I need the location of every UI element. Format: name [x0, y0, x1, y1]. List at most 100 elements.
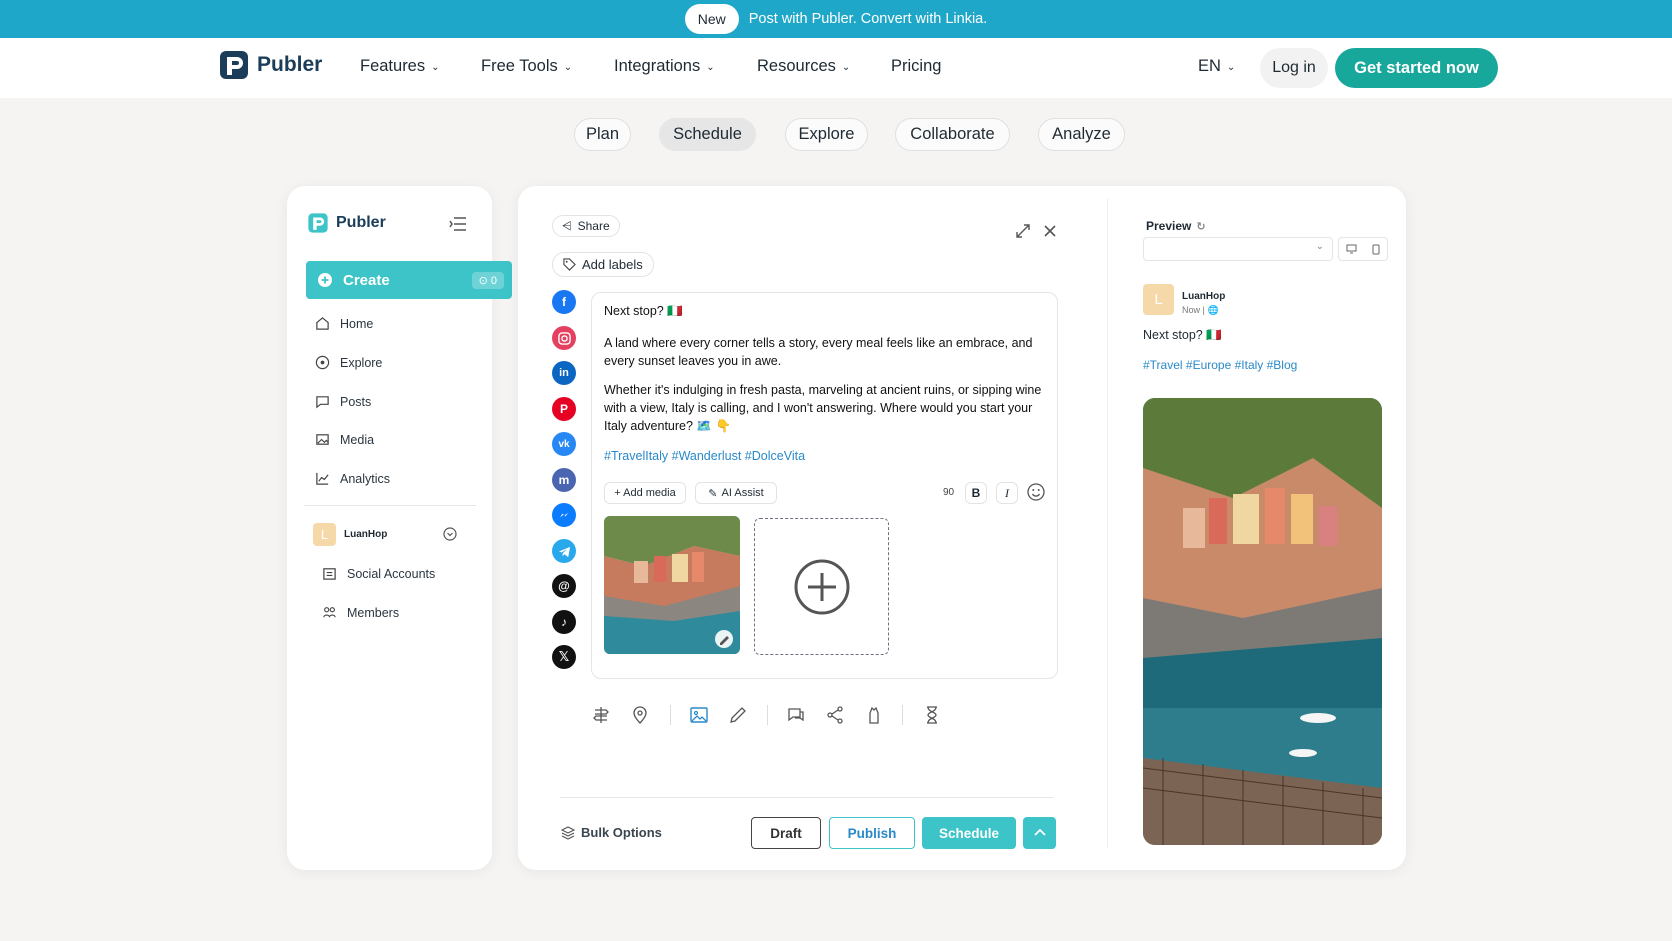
create-count: 0 [490, 274, 497, 287]
hourglass-icon[interactable] [922, 705, 942, 725]
close-icon[interactable] [1042, 223, 1058, 239]
preview-hashtags: #Travel #Europe #Italy #Blog [1143, 358, 1298, 372]
nav-integrations[interactable]: Integrations ⌄ [614, 57, 715, 76]
linkedin-icon[interactable]: in [552, 361, 576, 385]
preview-text: Next stop? 🇮🇹 [1143, 328, 1222, 342]
post-paragraph-1: A land where every corner tells a story,… [604, 336, 1033, 368]
preview-divider [1107, 198, 1108, 848]
bulk-options-button[interactable]: Bulk Options [561, 825, 662, 840]
toolbar-divider [670, 705, 671, 725]
desktop-icon[interactable] [1346, 244, 1357, 254]
pencil-icon[interactable] [728, 705, 748, 725]
language-label: EN [1198, 57, 1221, 75]
language-select[interactable]: EN ⌄ [1198, 57, 1235, 76]
schedule-button[interactable]: Schedule [922, 817, 1016, 849]
facebook-icon[interactable]: f [552, 290, 576, 314]
sidebar-item-posts[interactable]: Posts [315, 394, 371, 409]
publish-button[interactable]: Publish [829, 817, 915, 849]
preview-device-toggle[interactable] [1338, 237, 1388, 261]
create-count-badge: ⊙ 0 [471, 271, 504, 289]
sidebar-logo-text: Publer [336, 214, 386, 231]
add-media-slot[interactable] [754, 518, 889, 655]
messenger-icon[interactable] [552, 503, 576, 527]
chevron-down-circle-icon[interactable] [443, 527, 457, 541]
tiktok-icon[interactable]: ♪ [552, 610, 576, 634]
post-hashtags[interactable]: #TravelItaly #Wanderlust #DolceVita [604, 447, 1044, 465]
publer-logo[interactable]: Publer [218, 49, 322, 81]
add-labels-label: Add labels [582, 257, 643, 272]
preview-timestamp: Now | 🌐 [1182, 305, 1219, 316]
banner-text[interactable]: Post with Publer. Convert with Linkia. [749, 11, 988, 27]
tag-icon [563, 258, 576, 271]
sidebar-item-members[interactable]: Members [322, 605, 399, 620]
location-icon[interactable] [630, 705, 650, 725]
tab-analyze[interactable]: Analyze [1038, 118, 1125, 151]
bold-button[interactable]: B [965, 482, 987, 504]
preview-title: Preview ↻ [1146, 219, 1206, 233]
tab-schedule[interactable]: Schedule [659, 118, 756, 151]
sidebar-item-home[interactable]: Home [315, 316, 373, 331]
preview-account-select[interactable]: ⌄ [1143, 237, 1333, 261]
post-paragraph-2: Whether it's indulging in fresh pasta, m… [604, 383, 1042, 433]
schedule-options-button[interactable] [1023, 817, 1056, 849]
refresh-icon[interactable]: ↻ [1196, 220, 1205, 233]
new-badge: New [684, 4, 739, 34]
nav-pricing-label: Pricing [891, 57, 942, 75]
pinterest-icon[interactable]: P [552, 397, 576, 421]
analytics-icon [316, 472, 329, 485]
preview-avatar: L [1143, 284, 1174, 315]
image-icon[interactable] [689, 705, 709, 725]
image-icon [316, 434, 329, 445]
home-icon [316, 317, 329, 330]
recycle-icon[interactable] [864, 705, 884, 725]
italic-button[interactable]: I [996, 482, 1018, 504]
tab-explore[interactable]: Explore [785, 118, 868, 151]
post-line-1: Next stop? 🇮🇹 [604, 304, 683, 318]
tab-collaborate[interactable]: Collaborate [895, 118, 1010, 151]
nav-free-tools[interactable]: Free Tools ⌄ [481, 57, 572, 76]
nav-features[interactable]: Features ⌄ [360, 57, 440, 76]
members-icon [323, 607, 336, 618]
preview-time: Now | [1182, 305, 1205, 315]
chevron-down-icon: ⌄ [563, 62, 573, 73]
signpost-icon[interactable] [591, 705, 611, 725]
expand-icon[interactable] [1015, 223, 1031, 239]
create-button[interactable]: Create ⊙ 0 [306, 261, 512, 299]
workspace-name[interactable]: LuanHop [344, 529, 387, 540]
sidebar-item-label: Posts [340, 394, 372, 409]
collapse-menu-icon[interactable] [449, 216, 467, 232]
mobile-icon[interactable] [1372, 244, 1380, 255]
sidebar-item-analytics[interactable]: Analytics [315, 471, 390, 486]
sidebar-item-label: Media [340, 432, 375, 447]
sidebar-item-media[interactable]: Media [315, 432, 374, 447]
vk-icon[interactable]: vk [552, 432, 576, 456]
x-icon[interactable]: 𝕏 [552, 645, 576, 669]
media-thumbnail[interactable] [604, 516, 740, 654]
threads-icon[interactable]: @ [552, 574, 576, 598]
tab-plan[interactable]: Plan [574, 118, 631, 151]
login-button[interactable]: Log in [1260, 48, 1328, 88]
get-started-button[interactable]: Get started now [1335, 48, 1498, 88]
nav-features-label: Features [360, 57, 426, 75]
sidebar-item-explore[interactable]: Explore [315, 355, 382, 370]
instagram-icon[interactable] [552, 326, 576, 350]
preview-title-label: Preview [1146, 219, 1192, 233]
sidebar-item-label: Analytics [340, 471, 391, 486]
telegram-icon[interactable] [552, 539, 576, 563]
add-labels-button[interactable]: Add labels [552, 252, 654, 277]
share-button[interactable]: ⩤ Share [552, 215, 620, 237]
sidebar-logo[interactable]: Publer [307, 212, 386, 234]
share-icon[interactable] [825, 705, 845, 725]
comments-icon[interactable] [786, 705, 806, 725]
announcement-banner[interactable]: New Post with Publer. Convert with Linki… [0, 0, 1672, 38]
ai-assist-button[interactable]: ✎ AI Assist [695, 482, 777, 504]
nav-integrations-label: Integrations [614, 57, 701, 75]
nav-pricing[interactable]: Pricing [891, 57, 941, 76]
nav-resources[interactable]: Resources ⌄ [757, 57, 850, 76]
sidebar-item-social-accounts[interactable]: Social Accounts [322, 566, 435, 581]
draft-button[interactable]: Draft [751, 817, 821, 849]
add-media-button[interactable]: + Add media [604, 482, 686, 504]
emoji-icon[interactable] [1027, 483, 1045, 501]
layers-icon [561, 825, 575, 840]
mastodon-icon[interactable]: m [552, 468, 576, 492]
